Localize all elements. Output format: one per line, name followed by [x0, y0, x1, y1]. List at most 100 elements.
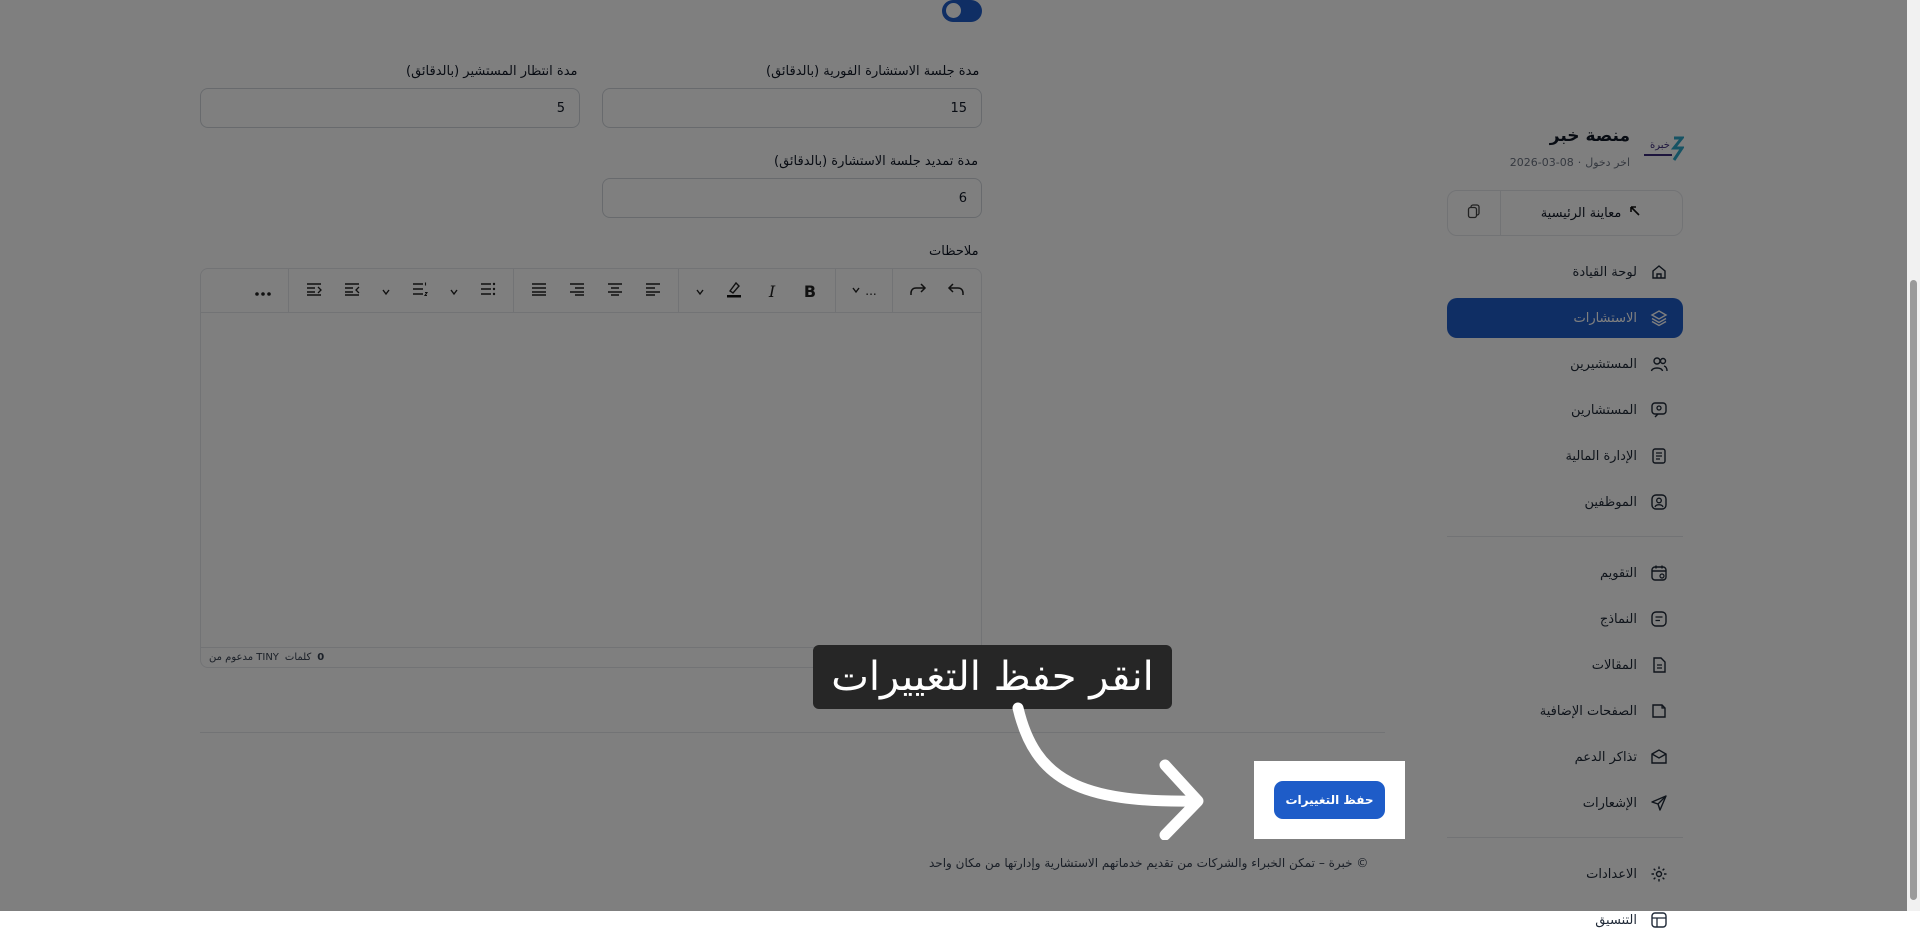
calendar-icon — [1649, 563, 1669, 583]
page-scrollbar[interactable] — [1907, 0, 1920, 911]
arrow-up-left-icon — [1629, 205, 1641, 221]
document-icon — [1649, 446, 1669, 466]
nav-item-label: الموظفين — [1584, 494, 1637, 510]
notes-label: ملاحظات — [929, 244, 979, 259]
nav-item-calendar[interactable]: التقويم — [1447, 553, 1683, 593]
highlight-icon — [724, 279, 744, 303]
nav-item-settings[interactable]: الاعدادات — [1447, 854, 1683, 894]
outdent-button[interactable] — [333, 274, 371, 308]
redo-icon — [909, 280, 927, 302]
redo-button[interactable] — [899, 274, 937, 308]
bold-button[interactable]: B — [791, 274, 829, 308]
align-center-button[interactable] — [596, 274, 634, 308]
nav-item-employees[interactable]: الموظفين — [1447, 482, 1683, 522]
brand-header: خبرة منصة خبر اخر دخول·08-03-2026 — [1440, 124, 1686, 174]
nav-divider — [1447, 837, 1683, 838]
nav-item-label: الاستشارات — [1573, 310, 1637, 326]
svg-text:خبرة: خبرة — [1650, 140, 1670, 151]
last-login: اخر دخول·08-03-2026 — [1509, 156, 1630, 169]
wait-duration-input[interactable] — [200, 88, 580, 128]
align-right-icon — [568, 280, 586, 302]
nav-item-label: تذاكر الدعم — [1574, 749, 1637, 765]
word-count: 0 — [317, 652, 325, 663]
send-icon — [1649, 793, 1669, 813]
chevron-down-icon — [851, 284, 861, 298]
numbered-list-button[interactable] — [401, 274, 439, 308]
nav-item-label: الإشعارات — [1582, 795, 1637, 811]
brand-name: منصة خبر — [1549, 126, 1630, 146]
instant-consultation-toggle[interactable] — [942, 0, 982, 22]
nav-item-articles[interactable]: المقالات — [1447, 645, 1683, 685]
nav-item-notifications[interactable]: الإشعارات — [1447, 783, 1683, 823]
outdent-icon — [343, 280, 361, 302]
bullet-list-icon — [479, 280, 497, 302]
brand-logo: خبرة — [1640, 134, 1686, 166]
editor-body[interactable] — [201, 313, 981, 647]
nav-item-layout[interactable]: التنسيق — [1447, 900, 1683, 940]
nav-item-label: المقالات — [1591, 657, 1637, 673]
more-icon — [254, 282, 272, 301]
home-icon — [1649, 262, 1669, 282]
toggle-knob — [946, 3, 961, 18]
more-button[interactable] — [244, 274, 282, 308]
nav-item-label: التنسيق — [1595, 912, 1637, 928]
align-right-button[interactable] — [558, 274, 596, 308]
chat-user-icon — [1649, 400, 1669, 420]
indent-icon — [305, 280, 323, 302]
nav-item-clients[interactable]: المستشيرين — [1447, 344, 1683, 384]
instant-duration-input[interactable] — [602, 88, 982, 128]
instant-duration-label: مدة جلسة الاستشارة الفورية (بالدقائق) — [766, 64, 980, 79]
bullet-list-dropdown[interactable] — [439, 274, 469, 308]
align-center-icon — [606, 280, 624, 302]
undo-icon — [947, 280, 965, 302]
nav-item-label: التقويم — [1599, 565, 1637, 581]
numbered-list-icon — [411, 280, 429, 302]
nav-item-label: الصفحات الإضافية — [1539, 703, 1637, 719]
preview-home-button[interactable]: معاينة الرئيسية — [1500, 191, 1682, 235]
nav-item-support-tickets[interactable]: تذاكر الدعم — [1447, 737, 1683, 777]
toolbar-group-format: ... — [835, 269, 892, 313]
align-left-icon — [644, 280, 662, 302]
align-justify-button[interactable] — [520, 274, 558, 308]
last-login-label: اخر دخول — [1585, 156, 1630, 169]
indent-button[interactable] — [295, 274, 333, 308]
toolbar-group-more — [238, 269, 288, 313]
bullet-list-button[interactable] — [469, 274, 507, 308]
chevron-down-icon — [449, 282, 459, 301]
chevron-down-icon — [381, 282, 391, 301]
nav-item-extra-pages[interactable]: الصفحات الإضافية — [1447, 691, 1683, 731]
gear-icon — [1649, 864, 1669, 884]
preview-card: معاينة الرئيسية — [1447, 190, 1683, 236]
nav-item-finance[interactable]: الإدارة المالية — [1447, 436, 1683, 476]
italic-button[interactable]: I — [753, 274, 791, 308]
toolbar-group-text: B I — [678, 269, 835, 313]
format-select[interactable]: ... — [842, 274, 886, 308]
nav-item-label: المستشيرين — [1570, 356, 1637, 372]
scrollbar-thumb[interactable] — [1910, 280, 1917, 900]
sidebar: خبرة منصة خبر اخر دخول·08-03-2026 معاينة… — [1440, 0, 1700, 928]
article-icon — [1649, 655, 1669, 675]
nav-item-dashboard[interactable]: لوحة القيادة — [1447, 252, 1683, 292]
nav-item-consultations[interactable]: الاستشارات — [1447, 298, 1683, 338]
copy-icon — [1466, 203, 1482, 223]
undo-button[interactable] — [937, 274, 975, 308]
pointer-arrow-icon — [1012, 702, 1204, 840]
wait-duration-label: مدة انتظار المستشير (بالدقائق) — [406, 64, 578, 79]
highlight-color-dropdown[interactable] — [685, 274, 715, 308]
nav-item-label: الاعدادات — [1586, 866, 1637, 882]
numbered-list-dropdown[interactable] — [371, 274, 401, 308]
preview-home-label: معاينة الرئيسية — [1540, 205, 1622, 221]
copy-button[interactable] — [1448, 191, 1501, 235]
nav-divider — [1447, 536, 1683, 537]
footer-text: © خبرة – تمكن الخبراء والشركات من تقديم … — [929, 856, 1369, 870]
save-changes-button[interactable]: حفظ التغييرات — [1274, 781, 1385, 819]
format-select-value: ... — [865, 284, 877, 298]
extend-duration-input[interactable] — [602, 178, 982, 218]
form-icon — [1649, 609, 1669, 629]
nav-main: لوحة القيادة الاستشارات المستشيرين المست… — [1447, 252, 1683, 946]
align-left-button[interactable] — [634, 274, 672, 308]
nav-item-label: النماذج — [1599, 611, 1637, 627]
nav-item-forms[interactable]: النماذج — [1447, 599, 1683, 639]
nav-item-consultants[interactable]: المستشارين — [1447, 390, 1683, 430]
highlight-button[interactable] — [715, 274, 753, 308]
